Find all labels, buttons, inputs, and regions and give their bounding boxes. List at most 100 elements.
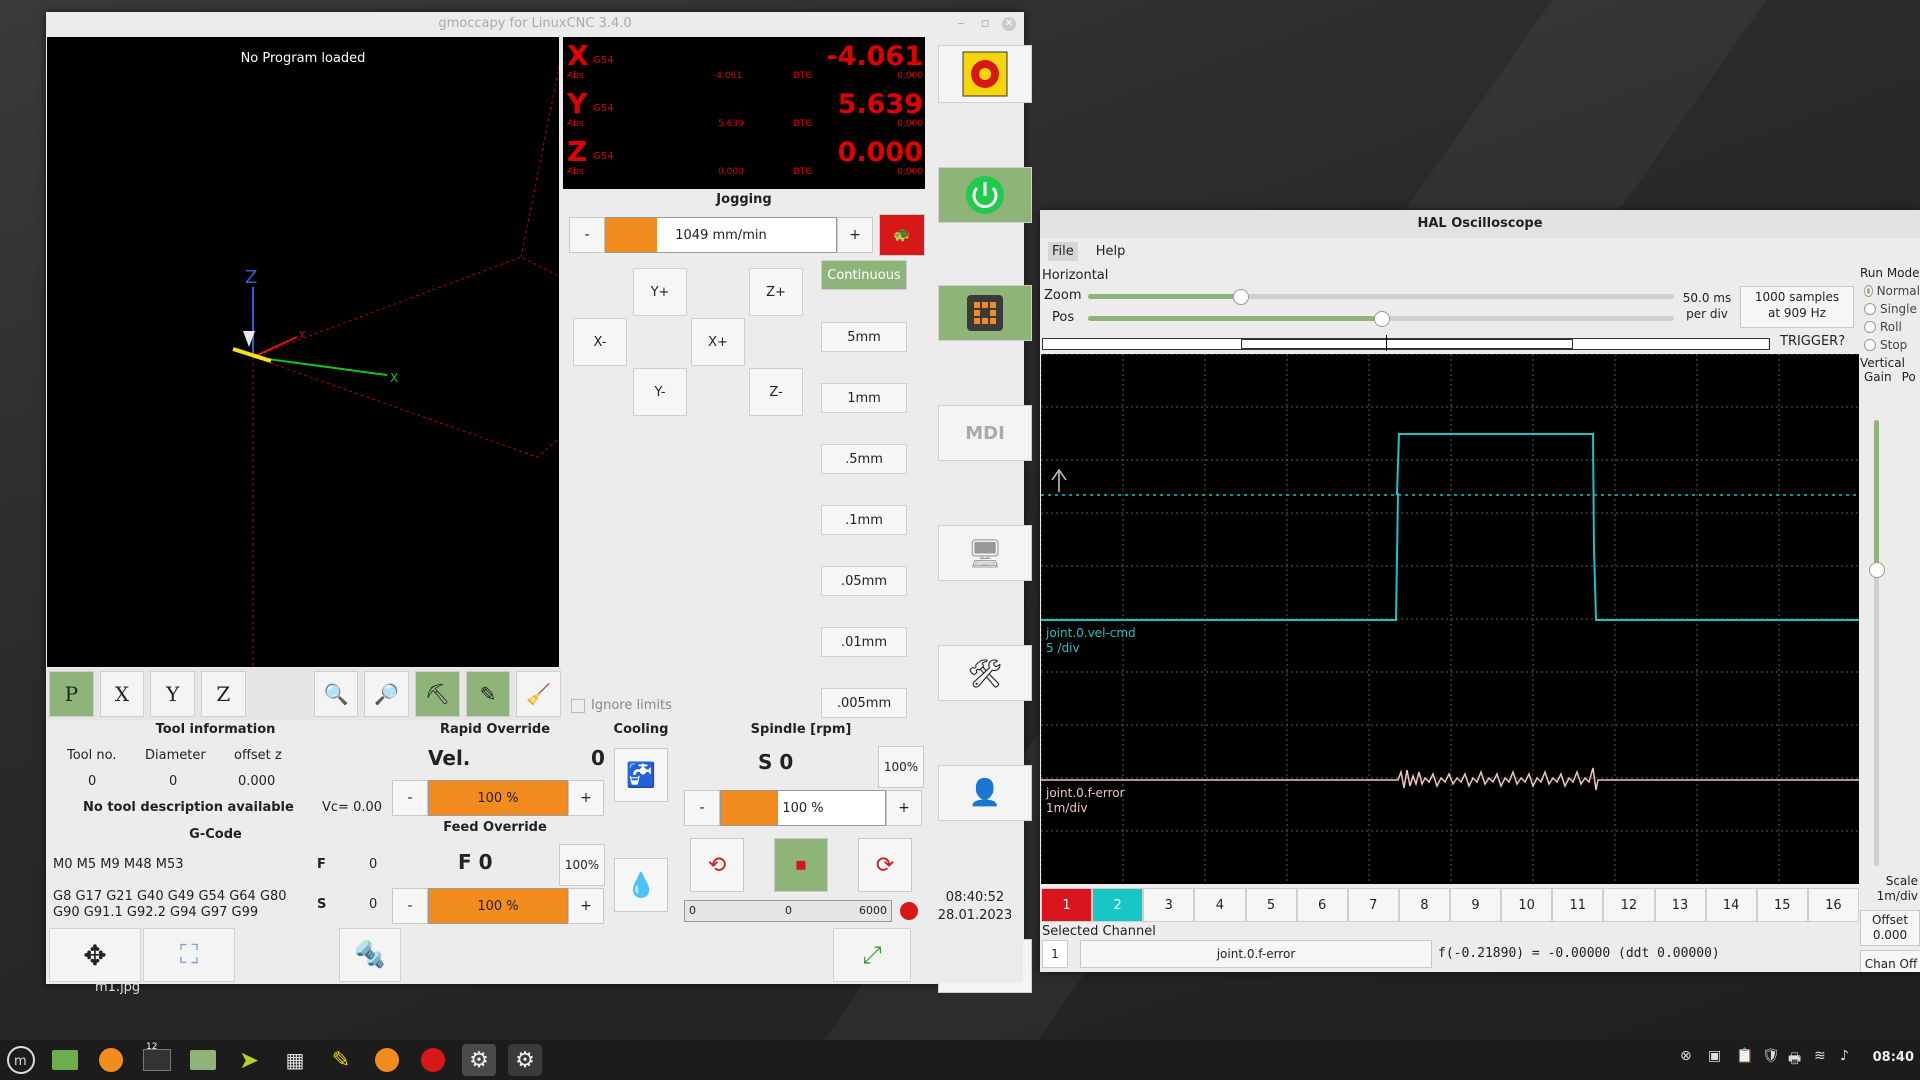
user-tabs-button[interactable]: 👤 [938,765,1032,821]
view-perspective-button[interactable]: P [49,671,94,717]
printer-tray-icon[interactable]: 🖶 [1788,1048,1801,1072]
flood-button[interactable]: 🚰 [614,748,668,802]
estop-button[interactable] [938,45,1032,103]
start-menu-button[interactable]: m [4,1044,38,1076]
scope-display[interactable]: joint.0.vel-cmd 5 /div joint.0.f-error 1… [1041,354,1859,884]
channel-10-button[interactable]: 10 [1501,888,1553,922]
jog-x-plus-button[interactable]: X+ [691,318,745,366]
machine-on-button[interactable] [938,167,1032,223]
minimize-icon[interactable]: – [954,12,968,36]
channel-14-button[interactable]: 14 [1705,888,1757,922]
spindle-override-reset-button[interactable]: 100% [878,746,924,788]
terminal-button[interactable]: 12 [140,1042,174,1076]
manual-mode-button[interactable] [938,285,1032,341]
fullscreen-button[interactable]: ⤢ [833,928,911,982]
run-mode-single[interactable]: Single [1864,302,1920,316]
spindle-cw-button[interactable]: ⟳ [858,838,912,892]
desktop-file-label[interactable]: m1.jpg [95,980,140,995]
menu-file[interactable]: File [1048,241,1078,261]
gain-slider[interactable] [1869,420,1885,866]
rapid-override-plus-button[interactable]: + [568,780,604,816]
apps-tray-icon[interactable]: ▣ [1708,1048,1721,1064]
show-tool-button[interactable]: ⛏ [415,671,460,717]
feed-override-reset-button[interactable]: 100% [559,844,605,886]
jog-y-minus-button[interactable]: Y- [633,368,687,416]
dro-x-row[interactable]: X G54 -4.061 Abs -4.061 DTG 0.000 [563,39,925,87]
increment-0-005mm[interactable]: .005mm [821,688,907,718]
text-editor-button[interactable]: ✎ [324,1044,358,1076]
view-z-button[interactable]: Z [201,671,246,717]
channel-7-button[interactable]: 7 [1347,888,1399,922]
mdi-mode-button[interactable]: MDI [938,405,1032,461]
show-desktop-button[interactable] [48,1044,82,1076]
jog-speed-bar[interactable]: 1049 mm/min [605,217,837,253]
ignore-limits-checkbox[interactable]: Ignore limits [571,698,672,713]
spindle-ccw-button[interactable]: ⟲ [690,838,744,892]
settings-button[interactable]: 🛠 [938,645,1032,701]
zoom-slider[interactable] [1088,289,1674,305]
volume-tray-icon[interactable]: ♪ [1840,1048,1849,1064]
jog-turtle-button[interactable]: 🐢 [879,214,925,256]
increment-0-01mm[interactable]: .01mm [821,627,907,657]
ncam-button[interactable] [416,1044,450,1076]
sample-rate-button[interactable]: 1000 samples at 909 Hz [1740,286,1854,328]
run-mode-normal[interactable]: Normal [1864,284,1920,298]
show-path-button[interactable]: ✎ [465,671,511,717]
zoom-slider-knob[interactable] [1233,289,1250,305]
jog-speed-plus-button[interactable]: + [837,217,873,253]
channel-2-button[interactable]: 2 [1092,888,1144,922]
selected-channel-source-button[interactable]: joint.0.f-error [1080,940,1432,968]
channel-3-button[interactable]: 3 [1143,888,1195,922]
jog-speed-minus-button[interactable]: - [569,217,605,253]
channel-9-button[interactable]: 9 [1450,888,1502,922]
channel-5-button[interactable]: 5 [1245,888,1297,922]
linuxcnc-button[interactable] [370,1044,404,1076]
rapid-override-minus-button[interactable]: - [392,780,428,816]
window-titlebar[interactable]: gmoccapy for LinuxCNC 3.4.0 – ▫ ✕ [46,12,1024,36]
network-tray-icon[interactable]: ≋ [1814,1048,1826,1064]
gmoccapy-task-button[interactable]: ⚙ [462,1044,496,1076]
linuxcnc-tray-icon[interactable]: ⊗ [1680,1048,1692,1064]
jog-y-plus-button[interactable]: Y+ [633,268,687,316]
increment-1mm[interactable]: 1mm [821,383,907,413]
channel-6-button[interactable]: 6 [1296,888,1348,922]
tool-change-button[interactable]: 🔩 [339,928,401,982]
feed-override-minus-button[interactable]: - [392,888,428,924]
feed-override-plus-button[interactable]: + [568,888,604,924]
channel-4-button[interactable]: 4 [1194,888,1246,922]
channel-8-button[interactable]: 8 [1398,888,1450,922]
zoom-in-button[interactable]: 🔍 [313,671,359,717]
halscope-title[interactable]: HAL Oscilloscope [1040,210,1920,238]
taskbar-clock[interactable]: 08:40 [1873,1050,1914,1065]
run-mode-stop[interactable]: Stop [1864,338,1920,352]
feed-override-bar[interactable]: 100 % [428,888,568,924]
channel-16-button[interactable]: 16 [1807,888,1859,922]
chan-off-button[interactable]: Chan Off [1860,950,1920,972]
increment-5mm[interactable]: 5mm [821,322,907,352]
maximize-icon[interactable]: ▫ [978,12,992,36]
gcode-preview[interactable]: No Program loaded Z X Y [47,37,559,667]
clipboard-tray-icon[interactable]: 📋 [1736,1048,1753,1064]
close-icon[interactable]: ✕ [1002,17,1016,31]
spindle-override-bar[interactable]: 100 % [720,790,886,826]
channel-12-button[interactable]: 12 [1603,888,1655,922]
increment-0-05mm[interactable]: .05mm [821,566,907,596]
jog-z-minus-button[interactable]: Z- [749,368,803,416]
dro-y-row[interactable]: Y G54 5.639 Abs 5.639 DTG 0.000 [563,87,925,135]
pos-slider-knob[interactable] [1374,311,1390,327]
increment-continuous[interactable]: Continuous [821,260,907,290]
spindle-override-plus-button[interactable]: + [886,790,922,826]
auto-mode-button[interactable]: 🖥 [938,525,1032,581]
pos-slider[interactable] [1088,311,1674,327]
spindle-override-minus-button[interactable]: - [684,790,720,826]
jog-x-minus-button[interactable]: X- [573,318,627,366]
view-x-button[interactable]: X [99,671,145,717]
channel-15-button[interactable]: 15 [1756,888,1808,922]
clear-plot-button[interactable]: 🧹 [516,671,562,717]
jog-z-plus-button[interactable]: Z+ [749,268,803,316]
spindle-stop-button[interactable]: ⏹ [774,838,828,892]
app-launcher-button[interactable]: ➤ [232,1044,266,1076]
files-button[interactable] [186,1044,220,1076]
dro-z-row[interactable]: Z G54 0.000 Abs 0.000 DTG 0.000 [563,135,925,183]
shield-tray-icon[interactable]: 🛡 [1762,1048,1780,1064]
